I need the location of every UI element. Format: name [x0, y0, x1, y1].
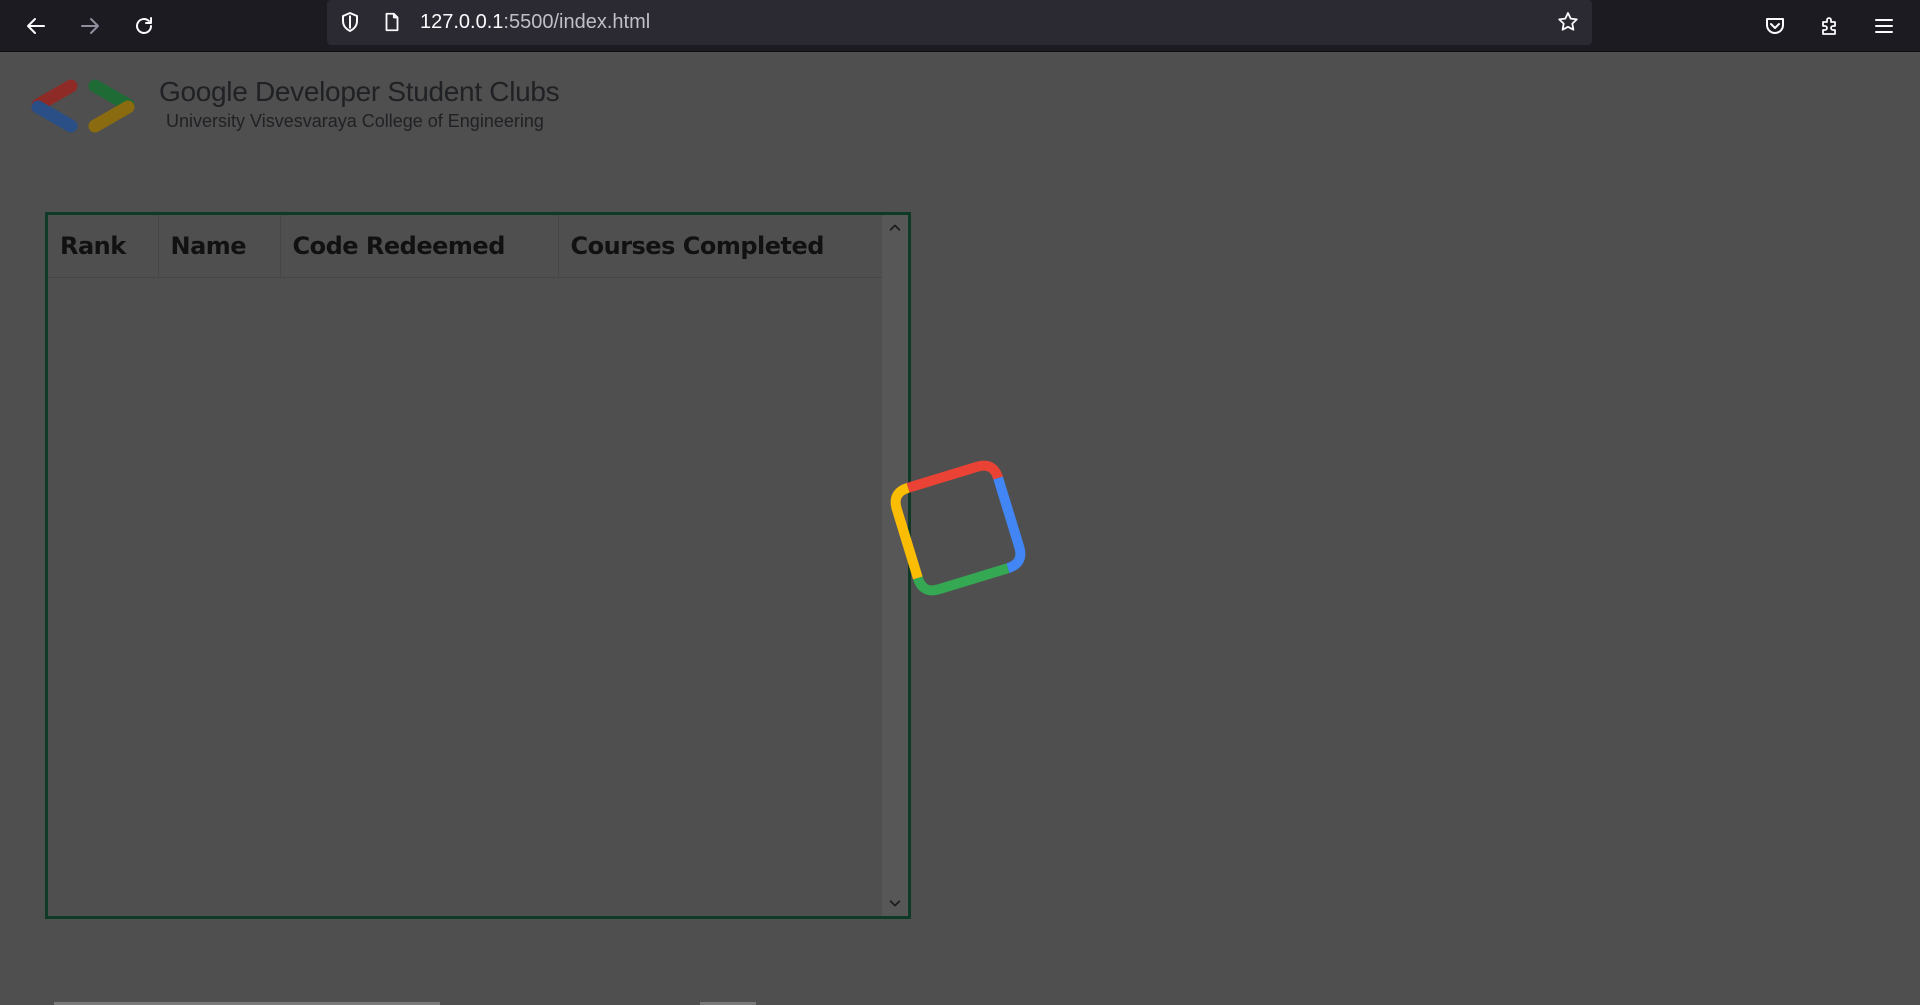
arrow-right-icon [81, 18, 99, 34]
pocket-button[interactable] [1755, 6, 1795, 46]
url-path: :5500/index.html [503, 11, 651, 33]
column-header-rank[interactable]: Rank [48, 215, 159, 278]
url-bar[interactable]: 127.0.0.1:5500/index.html [327, 0, 1592, 45]
leaderboard-table: Rank Name Code Redeemed Courses Complete… [48, 215, 888, 278]
page-content: Google Developer Student Clubs Universit… [0, 52, 1920, 1005]
column-header-name[interactable]: Name [158, 215, 281, 278]
column-header-courses-completed[interactable]: Courses Completed [558, 215, 888, 278]
url-host: 127.0.0.1 [420, 11, 504, 33]
arrow-left-icon [27, 18, 45, 34]
star-icon[interactable] [1555, 9, 1581, 35]
back-button[interactable] [16, 6, 56, 46]
extensions-button[interactable] [1810, 6, 1850, 46]
table-header-row: Rank Name Code Redeemed Courses Complete… [48, 215, 888, 278]
page-icon[interactable] [379, 9, 405, 35]
leaderboard-scroll-area[interactable]: Rank Name Code Redeemed Courses Complete… [48, 215, 888, 916]
column-header-code-redeemed[interactable]: Code Redeemed [280, 215, 559, 278]
scroll-down-icon[interactable] [886, 894, 904, 912]
brand-subtitle: University Visvesvaraya College of Engin… [166, 111, 544, 131]
leaderboard-container: Rank Name Code Redeemed Courses Complete… [45, 212, 911, 919]
menu-button[interactable] [1864, 6, 1904, 46]
browser-toolbar: 127.0.0.1:5500/index.html [0, 0, 1920, 52]
loading-spinner-icon [872, 442, 1044, 614]
puzzle-icon [1822, 17, 1836, 35]
brand-title: Google Developer Student Clubs [159, 76, 560, 107]
forward-button[interactable] [70, 6, 110, 46]
pocket-icon [1766, 18, 1784, 34]
shield-icon[interactable] [337, 9, 363, 35]
reload-button[interactable] [124, 6, 164, 46]
reload-icon [136, 17, 152, 34]
gdsc-logo-icon [26, 76, 140, 136]
url-text[interactable]: 127.0.0.1:5500/index.html [420, 11, 650, 34]
scroll-up-icon[interactable] [886, 219, 904, 237]
hamburger-icon [1875, 19, 1893, 33]
